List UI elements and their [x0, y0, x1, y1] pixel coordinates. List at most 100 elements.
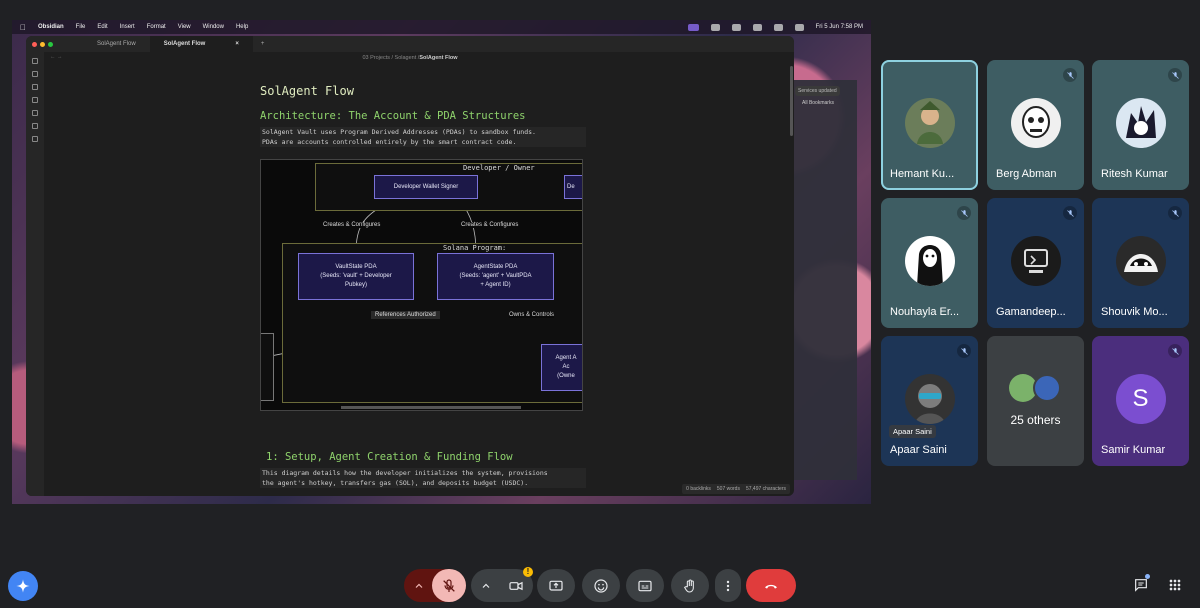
others-tile[interactable]: 25 others	[987, 336, 1084, 466]
present-screen-icon	[549, 580, 563, 591]
step-heading: 1: Setup, Agent Creation & Funding Flow	[266, 451, 513, 463]
close-tab-icon[interactable]: ×	[235, 41, 239, 47]
menubar-clock[interactable]: Fri 5 Jun 7:58 PM	[816, 24, 863, 30]
captions-icon	[638, 580, 652, 591]
node-partial[interactable]: De	[564, 175, 582, 199]
tab-solagent-flow-active[interactable]: SolAgent Flow ×	[149, 36, 253, 52]
emoji-icon	[594, 578, 608, 593]
hang-up-icon	[765, 584, 777, 589]
all-bookmarks[interactable]: All Bookmarks	[802, 100, 834, 106]
avatar	[904, 98, 955, 148]
menu-help[interactable]: Help	[236, 24, 248, 30]
edge-label-owns: Owns & Controls	[509, 312, 555, 318]
more-vert-icon	[726, 580, 730, 591]
node-vault-state[interactable]: VaultState PDA (Seeds: 'vault' + Develop…	[298, 253, 414, 300]
word-count: 507 words	[716, 486, 740, 492]
macos-menubar:  Obsidian File Edit Insert Format View …	[12, 20, 871, 34]
camera-warning-badge: !	[523, 567, 533, 577]
participant-tile[interactable]: Gamandeep...	[987, 198, 1084, 328]
backlinks-count[interactable]: 0 backlinks	[686, 486, 711, 492]
new-tab-icon[interactable]: +	[261, 41, 265, 47]
apple-icon[interactable]: 	[20, 23, 26, 32]
developer-cluster-label: Developer / Owner	[463, 164, 535, 172]
participant-tile[interactable]: Berg Abman	[987, 60, 1084, 190]
minimize-window-icon[interactable]	[40, 41, 45, 47]
end-call-button[interactable]	[746, 569, 796, 602]
note-content: SolAgent Flow Architecture: The Account …	[260, 68, 586, 496]
participant-tile[interactable]: Hemant Ku...	[881, 60, 978, 190]
present-screen-button[interactable]	[537, 569, 575, 602]
edge-label-creates: Creates & Configures	[461, 222, 519, 228]
app-menu[interactable]: Obsidian	[38, 24, 64, 30]
reactions-button[interactable]	[582, 569, 620, 602]
graph-icon[interactable]	[32, 71, 38, 77]
close-window-icon[interactable]	[32, 41, 37, 47]
mic-off-icon	[1063, 206, 1077, 220]
menu-format[interactable]: Format	[147, 24, 166, 30]
participant-tile[interactable]: Apaar Saini Apaar Saini	[881, 336, 978, 466]
edge-label-references: References Authorized	[371, 311, 440, 319]
participant-name: Nouhayla Er...	[890, 306, 960, 318]
grid-icon[interactable]	[32, 136, 38, 142]
obsidian-toolbar: ← → 03 Projects / Solagent / SolAgent Fl…	[26, 52, 794, 64]
participant-tile[interactable]: Ritesh Kumar	[1092, 60, 1189, 190]
nav-back-forward-icon[interactable]: ← →	[50, 54, 63, 60]
avatar	[1010, 236, 1061, 286]
participant-tile[interactable]: Shouvik Mo...	[1092, 198, 1189, 328]
terminal-icon[interactable]	[32, 123, 38, 129]
breadcrumb-current[interactable]: SolAgent Flow	[419, 55, 457, 61]
calendar-icon[interactable]	[32, 97, 38, 103]
canvas-icon[interactable]	[32, 84, 38, 90]
menu-edit[interactable]: Edit	[97, 24, 107, 30]
menu-insert[interactable]: Insert	[120, 24, 135, 30]
chat-icon[interactable]	[1133, 577, 1149, 593]
participant-tile[interactable]: Nouhayla Er...	[881, 198, 978, 328]
wifi-icon[interactable]	[773, 23, 783, 31]
obsidian-tabbar: SolAgent Flow SolAgent Flow × +	[26, 36, 794, 52]
more-options-button[interactable]	[715, 569, 741, 602]
avatar	[1115, 236, 1166, 286]
participant-name: Shouvik Mo...	[1101, 306, 1168, 318]
status-icon[interactable]	[731, 23, 741, 31]
node-developer-wallet[interactable]: Developer Wallet Signer	[374, 175, 478, 199]
scrollbar[interactable]	[790, 66, 793, 136]
raise-hand-button[interactable]	[671, 569, 709, 602]
section-text: SolAgent Vault uses Program Derived Addr…	[260, 127, 586, 147]
participant-name-tag: Apaar Saini	[889, 425, 936, 438]
node-agent-account[interactable]: Agent A Ac (Owne	[541, 344, 582, 391]
zoom-window-icon[interactable]	[48, 41, 53, 47]
architecture-diagram: Developer / Owner Developer Wallet Signe…	[260, 159, 583, 411]
mic-off-icon	[1168, 68, 1182, 82]
node-agent-state[interactable]: AgentState PDA (Seeds: 'agent' + VaultPD…	[437, 253, 554, 300]
tab-solagent-flow[interactable]: SolAgent Flow	[83, 36, 150, 52]
character-count: 57,497 characters	[745, 486, 786, 492]
services-updated-badge: Services updated	[795, 86, 840, 96]
mic-toggle-button[interactable]	[432, 569, 466, 602]
chevron-up-icon[interactable]	[480, 580, 492, 592]
control-center-icon[interactable]	[794, 23, 804, 31]
status-app-icon[interactable]	[687, 23, 699, 31]
left-cluster-partial	[261, 333, 274, 401]
chevron-up-icon[interactable]	[413, 580, 425, 592]
gemini-button[interactable]	[8, 571, 38, 601]
window-controls	[26, 41, 59, 47]
avatar	[1033, 374, 1061, 402]
participant-tile[interactable]: S Samir Kumar	[1092, 336, 1189, 466]
edge-label-creates: Creates & Configures	[323, 222, 381, 228]
menu-file[interactable]: File	[76, 24, 86, 30]
participant-name: Gamandeep...	[996, 306, 1066, 318]
avatar	[1010, 98, 1061, 148]
breadcrumb[interactable]: 03 Projects / Solagent /	[362, 55, 419, 61]
participant-name: Samir Kumar	[1101, 444, 1166, 456]
status-icon[interactable]	[710, 23, 720, 31]
copy-icon[interactable]	[32, 110, 38, 116]
menu-view[interactable]: View	[178, 24, 191, 30]
chat-notification-dot	[1145, 574, 1150, 579]
menu-window[interactable]: Window	[203, 24, 224, 30]
captions-button[interactable]	[626, 569, 664, 602]
obsidian-ribbon	[26, 52, 44, 496]
browser-side-panel	[793, 80, 857, 480]
apps-grid-icon[interactable]	[1167, 577, 1183, 593]
participant-name: Apaar Saini	[890, 444, 947, 456]
battery-icon[interactable]	[752, 23, 762, 31]
